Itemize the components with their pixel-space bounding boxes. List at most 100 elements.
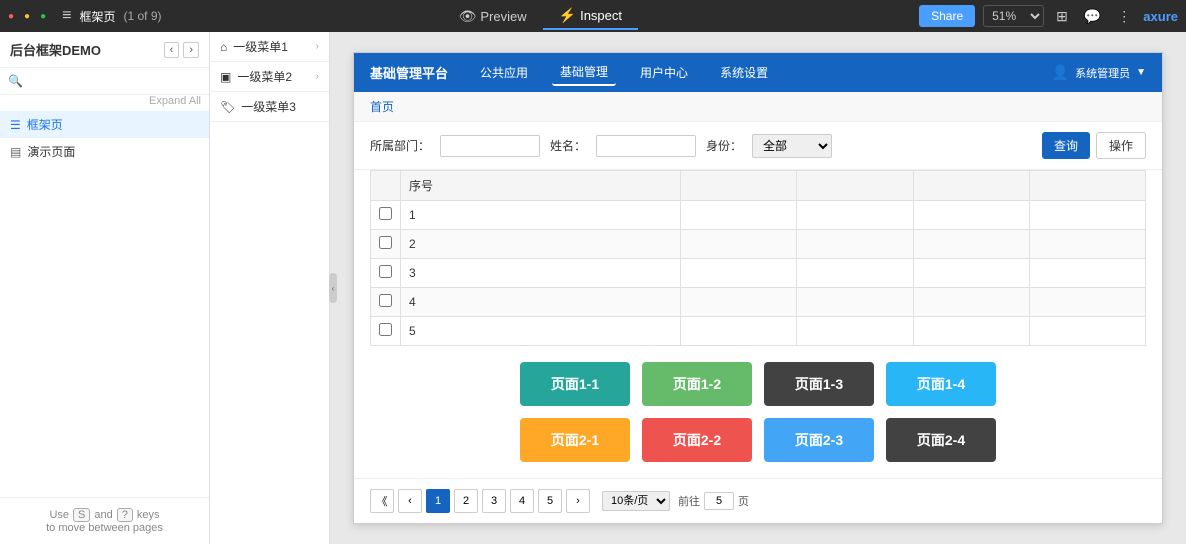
page-num-2[interactable]: 2 (454, 489, 478, 513)
nav-next-button[interactable]: › (183, 42, 199, 58)
row-num-2: 2 (401, 230, 681, 259)
page-btn-2-3[interactable]: 页面2-3 (764, 418, 874, 462)
close-icon[interactable]: ● (8, 11, 14, 22)
inspect-icon: ⚡ (559, 7, 576, 24)
status-select[interactable]: 全部 管理员 普通用户 (752, 134, 832, 158)
nav-item-label-menu3: 一级菜单3 (241, 98, 296, 115)
sidebar-item-framework[interactable]: ☰ 框架页 (0, 111, 209, 138)
maximize-icon[interactable]: ● (40, 11, 46, 22)
keyboard-hint: Use S and ? keys (10, 508, 199, 522)
row-checkbox-2[interactable] (379, 236, 392, 249)
col-1 (681, 171, 797, 201)
left-sidebar: 后台框架DEMO ‹ › 🔍 Expand All ☰ 框架页 ▤ 演示页面 U… (0, 32, 210, 544)
dept-input[interactable] (440, 135, 540, 157)
axure-logo: axure (1143, 9, 1178, 24)
nav-item-menu2[interactable]: ▣ 一级菜单2 › (210, 62, 329, 92)
comment-button[interactable]: 💬 (1080, 6, 1105, 27)
page-next-button[interactable]: › (566, 489, 590, 513)
fit-page-button[interactable]: ⊞ (1052, 6, 1072, 27)
app-logo: 基础管理平台 (370, 63, 448, 82)
page-title: 框架页 (79, 8, 115, 25)
use-label: Use (49, 509, 69, 521)
pagination: 《 ‹ 1 2 3 4 5 › 10条/页 20条/页 50条/页 前往 (354, 478, 1162, 523)
more-options-button[interactable]: ⋮ (1113, 6, 1135, 27)
col-2 (797, 171, 913, 201)
page-btn-1-1[interactable]: 页面1-1 (520, 362, 630, 406)
page-row-2: 页面2-1 页面2-2 页面2-3 页面2-4 (520, 418, 996, 462)
app-nav-item-system[interactable]: 系统设置 (712, 60, 776, 85)
nav-item-menu1[interactable]: ⌂ 一级菜单1 › (210, 32, 329, 62)
folder-icon: ▤ (10, 145, 21, 159)
preview-frame: 基础管理平台 公共应用 基础管理 用户中心 系统设置 👤 系统管理员 ▼ 首页 … (330, 32, 1186, 544)
table-row: 2 (371, 230, 1146, 259)
status-label: 身份： (706, 137, 742, 154)
page-btn-1-4[interactable]: 页面1-4 (886, 362, 996, 406)
page-row-1: 页面1-1 页面1-2 页面1-3 页面1-4 (520, 362, 996, 406)
chevron-right-icon-1: › (316, 41, 319, 52)
table-row: 4 (371, 288, 1146, 317)
app-nav-item-user[interactable]: 用户中心 (632, 60, 696, 85)
main-layout: 后台框架DEMO ‹ › 🔍 Expand All ☰ 框架页 ▤ 演示页面 U… (0, 32, 1186, 544)
row-checkbox-4[interactable] (379, 294, 392, 307)
row-cell-1c (913, 201, 1029, 230)
row-num-3: 3 (401, 259, 681, 288)
col-checkbox (371, 171, 401, 201)
page-num-3[interactable]: 3 (482, 489, 506, 513)
nav-item-menu3[interactable]: 🏷 一级菜单3 (210, 92, 329, 122)
sidebar-toggle-button[interactable]: ‹ (329, 273, 337, 303)
page-prev-button[interactable]: ‹ (398, 489, 422, 513)
toolbar-right: Share 51% 100% 75% 50% 25% ⊞ 💬 ⋮ axure (919, 5, 1178, 27)
nav-prev-button[interactable]: ‹ (164, 42, 180, 58)
row-checkbox-5[interactable] (379, 323, 392, 336)
share-button[interactable]: Share (919, 5, 975, 27)
top-toolbar: ● ● ● ≡ 框架页 (1 of 9) 👁 Preview ⚡ Inspect… (0, 0, 1186, 32)
search-icon: 🔍 (8, 74, 23, 88)
minimize-icon[interactable]: ● (24, 11, 30, 22)
page-btn-2-4[interactable]: 页面2-4 (886, 418, 996, 462)
col-4 (1029, 171, 1145, 201)
search-input[interactable] (27, 74, 201, 88)
inspect-tab[interactable]: ⚡ Inspect (543, 3, 638, 30)
search-button[interactable]: 查询 (1042, 132, 1090, 159)
chevron-right-icon-2: › (316, 71, 319, 82)
app-nav-item-public[interactable]: 公共应用 (472, 60, 536, 85)
page-btn-1-3[interactable]: 页面1-3 (764, 362, 874, 406)
row-checkbox-1[interactable] (379, 207, 392, 220)
sidebar-header: 后台框架DEMO ‹ › (0, 32, 209, 68)
preview-tab[interactable]: 👁 Preview (443, 4, 543, 29)
goto-input[interactable] (704, 492, 734, 510)
goto-label: 前往 (678, 493, 700, 509)
page-num-4[interactable]: 4 (510, 489, 534, 513)
tag-icon: 🏷 (220, 100, 235, 114)
row-cell-1b (797, 201, 913, 230)
row-checkbox-3[interactable] (379, 265, 392, 278)
name-input[interactable] (596, 135, 696, 157)
eye-icon: 👁 (459, 8, 477, 25)
row-cell-4d (1029, 288, 1145, 317)
home-icon: ⌂ (220, 40, 227, 54)
expand-all-label[interactable]: Expand All (0, 95, 209, 111)
hamburger-icon[interactable]: ≡ (62, 7, 71, 25)
app-nav-item-basic[interactable]: 基础管理 (552, 59, 616, 86)
zoom-selector[interactable]: 51% 100% 75% 50% 25% (983, 5, 1044, 27)
row-num-5: 5 (401, 317, 681, 346)
action-button[interactable]: 操作 (1096, 132, 1146, 159)
app-frame: 基础管理平台 公共应用 基础管理 用户中心 系统设置 👤 系统管理员 ▼ 首页 … (353, 52, 1163, 524)
user-dropdown-icon[interactable]: ▼ (1136, 67, 1146, 78)
row-cell-2c (913, 230, 1029, 259)
page-btn-2-1[interactable]: 页面2-1 (520, 418, 630, 462)
page-navigator: ⌂ 一级菜单1 › ▣ 一级菜单2 › 🏷 一级菜单3 ‹ (210, 32, 330, 544)
page-btn-2-2[interactable]: 页面2-2 (642, 418, 752, 462)
row-cell-5c (913, 317, 1029, 346)
page-btn-1-2[interactable]: 页面1-2 (642, 362, 752, 406)
user-label: 系统管理员 (1075, 65, 1130, 81)
q-key-badge: ? (117, 508, 133, 522)
sidebar-item-demo[interactable]: ▤ 演示页面 (0, 138, 209, 165)
page-num-5[interactable]: 5 (538, 489, 562, 513)
nav-item-label-menu2: 一级菜单2 (237, 68, 292, 85)
page-size-select[interactable]: 10条/页 20条/页 50条/页 (602, 491, 670, 511)
page-num-1[interactable]: 1 (426, 489, 450, 513)
page-unit: 页 (738, 493, 749, 509)
page-first-button[interactable]: 《 (370, 489, 394, 513)
filter-actions: 查询 操作 (1042, 132, 1146, 159)
